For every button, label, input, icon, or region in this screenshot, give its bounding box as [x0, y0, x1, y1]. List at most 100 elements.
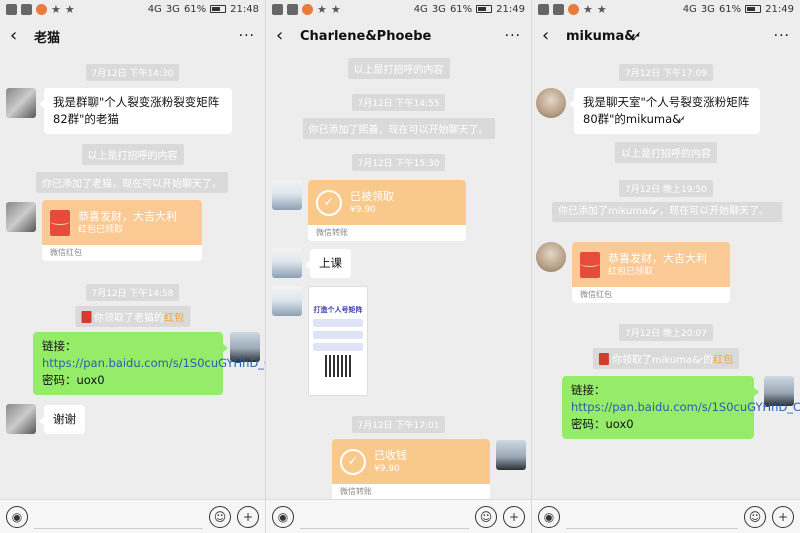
red-packet-link[interactable]: 红包 [713, 355, 733, 366]
battery-level: 61% [183, 3, 207, 15]
notification-icon [568, 3, 579, 15]
message-bubble[interactable]: 谢谢 [39, 405, 85, 434]
link-url[interactable]: https://pan.baidu.com/s/1S0cuGYHhD_C3tJ_… [571, 400, 800, 414]
avatar[interactable] [272, 286, 302, 316]
poster-band [313, 331, 363, 339]
voice-icon[interactable]: ◉ [272, 505, 294, 528]
back-icon[interactable]: ‹ [542, 27, 558, 45]
chat-title: mikuma&·̷ [566, 28, 641, 44]
red-packet-notice-text: 你领取了老猫的 [94, 313, 164, 324]
avatar[interactable] [272, 180, 302, 210]
star-icon: ★ [596, 2, 607, 16]
red-packet-title: 恭喜发财，大吉大利 [78, 209, 177, 223]
message-input[interactable] [566, 505, 738, 529]
link-url[interactable]: https://pan.baidu.com/s/1S0cuGYHhD_C3tJ_… [42, 356, 265, 370]
plus-icon[interactable]: + [237, 505, 259, 528]
check-icon: ✓ [316, 189, 342, 216]
star-icon: ★ [64, 2, 75, 16]
red-packet-footer: 微信红包 [50, 248, 82, 257]
emoji-icon[interactable]: ☺ [744, 505, 766, 528]
timestamp: 7月12日 下午14:30 [85, 64, 180, 81]
link-code: 密码：uox0 [42, 373, 105, 387]
red-packet-footer: 微信红包 [580, 290, 612, 299]
signal-type: 3G [165, 3, 180, 15]
more-icon[interactable]: ··· [505, 28, 521, 44]
star-icon: ★ [51, 2, 61, 16]
avatar[interactable] [6, 404, 36, 434]
signal-type: 3G [431, 3, 446, 15]
input-bar: ◉ ☺ + [266, 499, 531, 533]
message-bubble[interactable]: 上课 [305, 249, 351, 278]
red-packet-notice: 你领取了老猫的红包 [75, 306, 190, 327]
red-packet-link[interactable]: 红包 [164, 313, 184, 324]
timestamp: 7月12日 下午17:01 [351, 416, 446, 433]
avatar[interactable] [6, 202, 36, 232]
timestamp: 7月12日 晚上19:50 [619, 180, 713, 197]
poster-band [313, 319, 363, 327]
app-icon [538, 3, 549, 15]
link-label: 链接： [571, 383, 606, 397]
timestamp: 7月12日 下午15:30 [351, 154, 446, 171]
chat-header: ‹ 老猫 ··· [0, 18, 265, 54]
message-bubble[interactable]: 我是群聊"个人裂变涨粉裂变矩阵82群"的老猫 [39, 88, 232, 134]
transfer-amount: ¥9.90 [350, 204, 376, 215]
app-icon [21, 3, 32, 15]
network-type: 4G [413, 3, 428, 15]
timestamp: 7月12日 下午17:09 [619, 64, 713, 81]
message-list[interactable]: 7月12日 下午17:09 我是聊天室"个人号裂变涨粉矩阵80群"的mikuma… [532, 54, 800, 499]
message-bubble[interactable]: 链接： https://pan.baidu.com/s/1S0cuGYHhD_C3… [562, 376, 800, 439]
red-packet-icon [598, 353, 609, 365]
avatar[interactable] [536, 88, 566, 118]
chat-title: 老猫 [34, 30, 61, 46]
avatar[interactable] [272, 248, 302, 278]
signal-type: 3G [700, 3, 715, 15]
emoji-icon[interactable]: ☺ [475, 505, 497, 528]
transfer-card[interactable]: ✓ 已被领取 ¥9.90 微信转账 [308, 180, 466, 241]
red-packet-card[interactable]: 恭喜发财，大吉大利 红包已领取 微信红包 [42, 200, 202, 261]
star-icon: ★ [317, 2, 327, 16]
notification-icon [302, 3, 313, 15]
red-packet-icon [81, 311, 91, 323]
message-input[interactable] [34, 505, 203, 529]
message-bubble[interactable]: 我是聊天室"个人号裂变涨粉矩阵80群"的mikuma&·̷ [569, 88, 760, 134]
message-bubble[interactable]: 链接： https://pan.baidu.com/s/1S0cuGYHhD_C3… [33, 332, 265, 395]
plus-icon[interactable]: + [503, 505, 525, 528]
network-type: 4G [147, 3, 162, 15]
transfer-footer: 微信转账 [340, 487, 372, 496]
back-icon[interactable]: ‹ [10, 27, 26, 45]
avatar[interactable] [536, 242, 566, 272]
message-input[interactable] [300, 505, 469, 529]
timestamp: 7月12日 下午14:55 [351, 94, 446, 111]
clock: 21:48 [230, 3, 259, 15]
more-icon[interactable]: ··· [239, 28, 255, 44]
app-icon [6, 3, 17, 15]
more-icon[interactable]: ··· [774, 28, 790, 44]
red-packet-notice: 你领取了mikuma&·̷的红包 [592, 348, 740, 369]
transfer-amount: ¥9.90 [374, 463, 400, 474]
clock: 21:49 [496, 3, 525, 15]
system-message: 以上是打招呼的内容 [615, 142, 717, 163]
red-packet-status: 红包已领取 [78, 224, 124, 235]
message-list[interactable]: 以上是打招呼的内容 7月12日 下午14:55 你已添加了熙善，现在可以开始聊天… [266, 54, 531, 500]
red-packet-notice-text: 你领取了mikuma&·̷的 [611, 355, 714, 366]
star-icon: ★ [583, 2, 593, 16]
avatar[interactable] [496, 440, 526, 470]
battery-level: 61% [449, 3, 473, 15]
message-list[interactable]: 7月12日 下午14:30 我是群聊"个人裂变涨粉裂变矩阵82群"的老猫 以上是… [0, 54, 265, 499]
voice-icon[interactable]: ◉ [538, 505, 560, 528]
red-packet-card[interactable]: 恭喜发财，大吉大利 红包已领取 微信红包 [572, 242, 730, 303]
red-packet-icon [580, 251, 600, 278]
back-icon[interactable]: ‹ [276, 27, 292, 45]
transfer-card[interactable]: ✓ 已收钱 ¥9.90 微信转账 [332, 439, 490, 500]
input-bar: ◉ ☺ + [532, 499, 800, 533]
poster-image[interactable]: 打造个人号矩阵 [308, 286, 368, 396]
chat-panel-laomao: ★ ★ 4G 3G 61% 21:48 ‹ 老猫 ··· 7月12日 下午14:… [0, 0, 266, 533]
emoji-icon[interactable]: ☺ [209, 505, 231, 528]
plus-icon[interactable]: + [772, 505, 794, 528]
avatar[interactable] [6, 88, 36, 118]
battery-level: 61% [718, 3, 742, 15]
transfer-footer: 微信转账 [316, 228, 348, 237]
poster-band [313, 343, 363, 351]
voice-icon[interactable]: ◉ [6, 505, 28, 528]
poster-title: 打造个人号矩阵 [313, 306, 363, 314]
